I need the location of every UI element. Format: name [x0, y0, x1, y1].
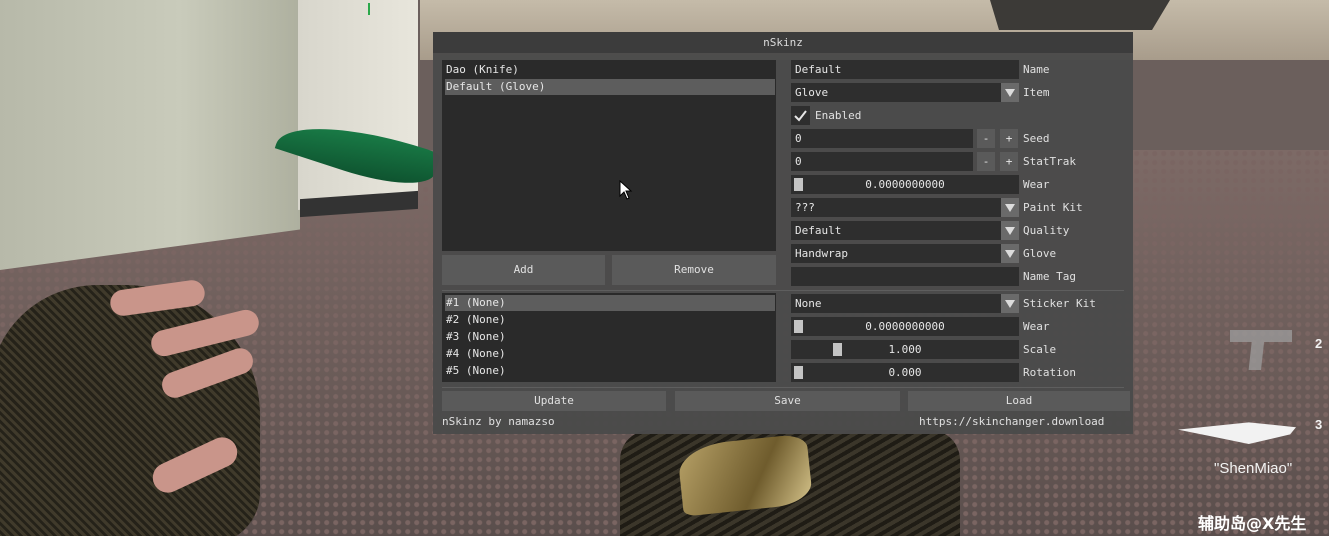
left-wall: [0, 0, 300, 270]
wear-slider[interactable]: 0.0000000000: [791, 175, 1019, 194]
skin-list[interactable]: Dao (Knife) Default (Glove): [442, 60, 776, 251]
name-label: Name: [1023, 63, 1050, 76]
window-title[interactable]: nSkinz: [433, 32, 1133, 53]
enabled-label: Enabled: [815, 109, 862, 122]
enabled-checkbox[interactable]: [791, 106, 810, 125]
list-item[interactable]: Dao (Knife): [445, 62, 775, 78]
paint-kit-combo[interactable]: ???: [791, 198, 1019, 217]
name-tag-label: Name Tag: [1023, 270, 1076, 283]
load-button[interactable]: Load: [908, 391, 1130, 411]
desk-object: [990, 0, 1170, 30]
sticker-item[interactable]: #4 (None): [445, 346, 775, 362]
stattrak-increment-button[interactable]: +: [1000, 152, 1018, 171]
wear-label: Wear: [1023, 178, 1050, 191]
sticker-scale-value: 1.000: [888, 343, 922, 356]
chevron-down-icon[interactable]: [1001, 221, 1019, 240]
item-combo-value: Glove: [795, 86, 829, 99]
item-combo[interactable]: Glove: [791, 83, 1019, 102]
hud-compass-tick: [368, 3, 370, 15]
sticker-item[interactable]: #3 (None): [445, 329, 775, 345]
sticker-kit-label: Sticker Kit: [1023, 297, 1096, 310]
glove-label: Glove: [1023, 247, 1057, 260]
stattrak-input[interactable]: 0: [791, 152, 973, 171]
item-label: Item: [1023, 86, 1050, 99]
glove-combo[interactable]: Handwrap: [791, 244, 1019, 263]
watermark: 辅助岛@X先生: [1198, 514, 1307, 533]
checkmark-icon: [794, 110, 807, 122]
seed-increment-button[interactable]: +: [1000, 129, 1018, 148]
mouse-cursor-icon: [619, 180, 633, 200]
weapon-slot-2: 2: [1315, 336, 1323, 351]
quality-value: Default: [795, 224, 842, 237]
sticker-scale-label: Scale: [1023, 343, 1057, 356]
paint-kit-label: Paint Kit: [1023, 201, 1083, 214]
chevron-down-icon[interactable]: [1001, 198, 1019, 217]
sticker-item[interactable]: #5 (None): [445, 363, 775, 379]
sticker-item-selected[interactable]: #1 (None): [445, 295, 775, 311]
quality-combo[interactable]: Default: [791, 221, 1019, 240]
weapon-slot-3: 3: [1315, 417, 1323, 432]
sticker-wear-value: 0.0000000000: [865, 320, 945, 333]
remove-button[interactable]: Remove: [612, 255, 776, 285]
update-button[interactable]: Update: [442, 391, 666, 411]
credit-text: nSkinz by namazso: [442, 415, 555, 428]
sticker-list[interactable]: #1 (None) #2 (None) #3 (None) #4 (None) …: [442, 293, 776, 382]
sticker-wear-slider[interactable]: 0.0000000000: [791, 317, 1019, 336]
name-input[interactable]: Default: [791, 60, 1019, 79]
seed-input[interactable]: 0: [791, 129, 973, 148]
sticker-wear-label: Wear: [1023, 320, 1050, 333]
name-tag-input[interactable]: [791, 267, 1019, 286]
website-link[interactable]: https://skinchanger.download: [919, 415, 1104, 429]
chevron-down-icon[interactable]: [1001, 244, 1019, 263]
sticker-kit-value: None: [795, 297, 822, 310]
separator: [442, 290, 1124, 291]
sticker-item[interactable]: #2 (None): [445, 312, 775, 328]
separator: [442, 387, 1124, 388]
seed-decrement-button[interactable]: -: [977, 129, 995, 148]
glove-value: Handwrap: [795, 247, 848, 260]
quality-label: Quality: [1023, 224, 1070, 237]
wear-value: 0.0000000000: [865, 178, 945, 191]
stattrak-label: StatTrak: [1023, 155, 1076, 168]
sticker-scale-slider[interactable]: 1.000: [791, 340, 1019, 359]
sticker-rotation-slider[interactable]: 0.000: [791, 363, 1019, 382]
save-button[interactable]: Save: [675, 391, 900, 411]
stattrak-decrement-button[interactable]: -: [977, 152, 995, 171]
paint-kit-value: ???: [795, 201, 815, 214]
add-button[interactable]: Add: [442, 255, 605, 285]
sticker-rotation-label: Rotation: [1023, 366, 1076, 379]
player-name: "ShenMiao": [1214, 460, 1293, 477]
chevron-down-icon[interactable]: [1001, 83, 1019, 102]
nskinz-window: nSkinz Dao (Knife) Default (Glove) Add R…: [433, 32, 1133, 434]
seed-label: Seed: [1023, 132, 1050, 145]
sticker-kit-combo[interactable]: None: [791, 294, 1019, 313]
chevron-down-icon[interactable]: [1001, 294, 1019, 313]
list-item-selected[interactable]: Default (Glove): [445, 79, 775, 95]
sticker-rotation-value: 0.000: [888, 366, 922, 379]
